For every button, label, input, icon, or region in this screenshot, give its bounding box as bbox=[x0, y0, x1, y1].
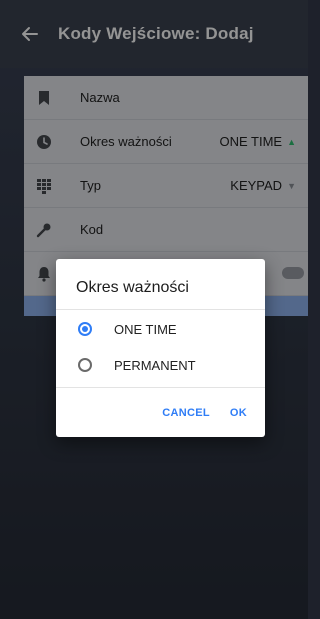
cancel-button[interactable]: CANCEL bbox=[152, 399, 220, 427]
dialog-actions: CANCEL OK bbox=[56, 395, 265, 431]
ok-button[interactable]: OK bbox=[220, 399, 257, 427]
dialog-divider bbox=[56, 309, 265, 310]
radio-selected-icon[interactable] bbox=[78, 322, 92, 336]
option-permanent[interactable]: PERMANENT bbox=[56, 347, 265, 383]
option-label: ONE TIME bbox=[114, 321, 177, 337]
option-label: PERMANENT bbox=[114, 357, 196, 373]
validity-dialog: Okres ważności ONE TIME PERMANENT CANCEL… bbox=[56, 259, 265, 437]
radio-unselected-icon[interactable] bbox=[78, 358, 92, 372]
dialog-title: Okres ważności bbox=[76, 279, 189, 296]
dialog-divider bbox=[56, 387, 265, 388]
option-one-time[interactable]: ONE TIME bbox=[56, 311, 265, 347]
